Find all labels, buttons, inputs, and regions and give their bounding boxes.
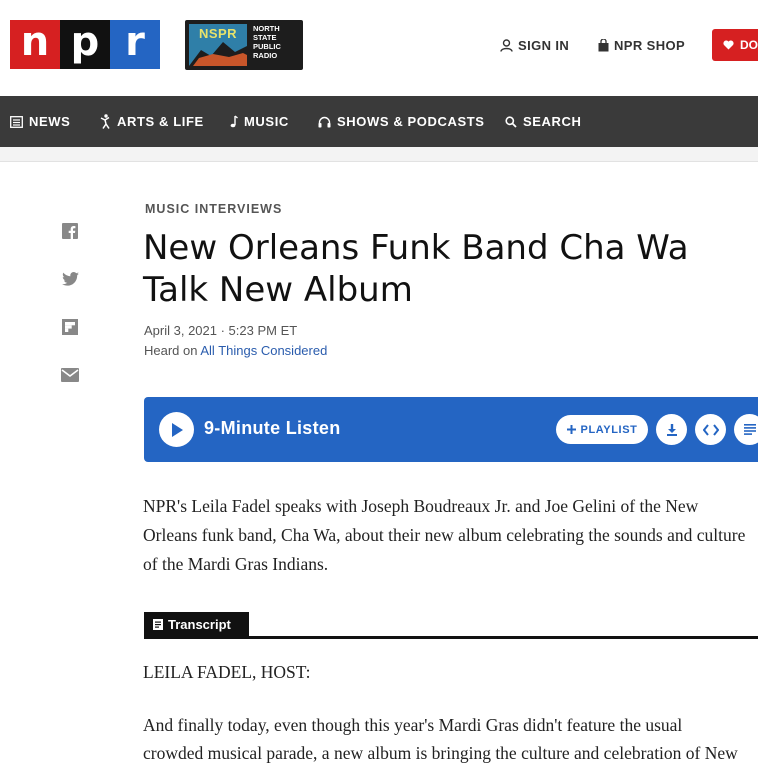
transcript-line: And finally today, even though this year… xyxy=(143,715,683,735)
nav-label: MUSIC xyxy=(244,114,289,129)
npr-shop-link[interactable]: NPR SHOP xyxy=(598,37,685,53)
nav-label: SEARCH xyxy=(523,114,582,129)
npr-logo-letter: n xyxy=(10,20,60,69)
article-slug-link[interactable]: MUSIC INTERVIEWS xyxy=(145,202,282,216)
nav-label: SHOWS & PODCASTS xyxy=(337,114,485,129)
donate-label: DO xyxy=(740,38,758,52)
heard-on-line: Heard on All Things Considered xyxy=(144,343,327,358)
shopping-bag-icon xyxy=(598,38,609,51)
headphones-icon xyxy=(318,116,331,127)
transcript-button[interactable] xyxy=(734,414,758,445)
plus-icon xyxy=(566,425,576,434)
npr-shop-label: NPR SHOP xyxy=(614,37,686,53)
nav-item-arts-life[interactable]: ARTS & LIFE xyxy=(100,96,204,147)
transcript-speaker: LEILA FADEL, HOST: xyxy=(143,662,311,682)
station-logo[interactable]: NSPR NORTH STATE PUBLIC RADIO xyxy=(185,20,303,70)
embed-code-icon xyxy=(702,423,719,436)
share-twitter-button[interactable] xyxy=(61,270,79,288)
heart-icon xyxy=(723,40,734,50)
sign-in-label: SIGN IN xyxy=(518,37,570,53)
audio-player: 9-Minute Listen PLAYLIST xyxy=(144,397,758,462)
heard-on-prefix: Heard on xyxy=(144,343,201,358)
twitter-icon xyxy=(61,272,79,286)
search-icon xyxy=(505,115,517,128)
sign-in-link[interactable]: SIGN IN xyxy=(500,37,569,53)
play-button[interactable] xyxy=(159,412,194,447)
donate-button[interactable]: DO xyxy=(712,29,758,61)
nav-item-shows-podcasts[interactable]: SHOWS & PODCASTS xyxy=(318,96,485,147)
nav-item-music[interactable]: MUSIC xyxy=(229,96,289,147)
dancer-icon xyxy=(100,114,110,129)
document-icon xyxy=(153,619,163,630)
download-button[interactable] xyxy=(656,414,687,445)
share-email-button[interactable] xyxy=(61,366,79,384)
npr-logo-letter: p xyxy=(60,20,110,69)
music-note-icon xyxy=(230,115,238,128)
article-date: April 3, 2021 · 5:23 PM ET xyxy=(144,323,298,338)
listen-duration-label: 9-Minute Listen xyxy=(204,418,341,438)
nav-label: NEWS xyxy=(29,114,71,129)
npr-logo-letter: r xyxy=(110,20,160,69)
article-teaser: NPR's Leila Fadel speaks with Joseph Bou… xyxy=(143,496,746,574)
newspaper-icon xyxy=(10,115,23,128)
nav-subbar xyxy=(0,147,758,162)
transcript-lines-icon xyxy=(743,424,756,435)
email-icon xyxy=(61,368,79,382)
station-logo-mark: NSPR xyxy=(189,24,247,66)
nav-item-news[interactable]: NEWS xyxy=(10,96,70,147)
add-to-playlist-button[interactable]: PLAYLIST xyxy=(556,415,648,444)
article-headline: New Orleans Funk Band Cha Wa Talk New Al… xyxy=(143,228,689,310)
station-logo-wordmark: NORTH STATE PUBLIC RADIO xyxy=(253,24,281,60)
transcript-line: crowded musical parade, a new album is b… xyxy=(143,743,738,763)
transcript-tab-label: Transcript xyxy=(168,617,231,632)
site-header: n p r NSPR NORTH STATE PUBLIC RADIO SIGN… xyxy=(0,0,758,96)
npr-logo[interactable]: n p r xyxy=(10,20,160,69)
transcript-tab[interactable]: Transcript xyxy=(144,612,249,637)
embed-button[interactable] xyxy=(695,414,726,445)
nav-item-search[interactable]: SEARCH xyxy=(505,96,582,147)
nav-label: ARTS & LIFE xyxy=(117,114,204,129)
user-icon xyxy=(500,38,513,52)
mountain-icon xyxy=(189,42,247,66)
facebook-icon xyxy=(62,223,78,239)
transcript-divider xyxy=(144,636,758,639)
share-facebook-button[interactable] xyxy=(61,222,79,240)
play-icon xyxy=(171,422,183,437)
heard-on-show-link[interactable]: All Things Considered xyxy=(200,343,327,358)
flipboard-icon xyxy=(62,319,78,335)
download-icon xyxy=(666,423,677,436)
playlist-label: PLAYLIST xyxy=(580,423,638,436)
main-nav: NEWS ARTS & LIFE MUSIC SHOWS & PODCASTS … xyxy=(0,96,758,147)
share-flipboard-button[interactable] xyxy=(61,318,79,336)
